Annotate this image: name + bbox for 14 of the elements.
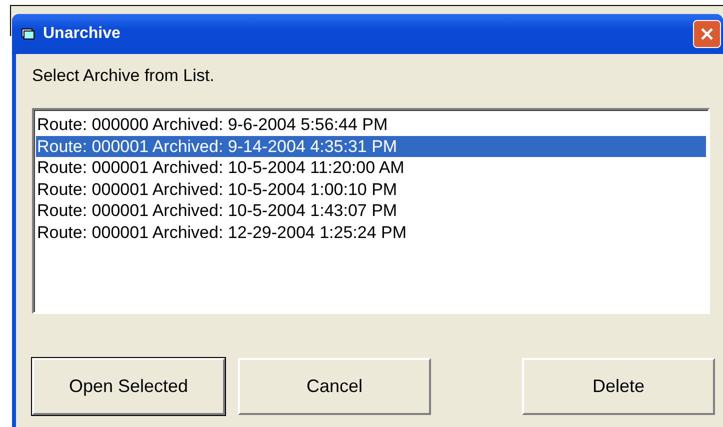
close-button[interactable] [693,20,721,48]
open-button[interactable]: Open Selected [32,358,225,415]
list-item[interactable]: Route: 000001 Archived: 12-29-2004 1:25:24 PM [36,222,706,243]
list-item[interactable]: Route: 000001 Archived: 10-5-2004 11:20:00 AM [36,157,706,178]
prompt-label: Select Archive from List. [32,66,216,87]
list-item[interactable]: Route: 000001 Archived: 10-5-2004 1:00:10 PM [36,178,706,200]
list-item[interactable]: Route: 000001 Archived: 10-5-2004 1:43:07 PM [36,200,706,222]
list-item[interactable]: Route: 000000 Archived: 9-6-2004 5:56:44 PM [36,114,706,136]
close-icon [700,27,714,41]
window-title: Unarchive [43,25,122,43]
list-item[interactable]: Route: 000001 Archived: 9-14-2004 4:35:31 PM [36,136,706,157]
cancel-button[interactable]: Cancel [238,358,431,415]
window-icon [21,28,35,40]
delete-button[interactable]: Delete [522,358,715,415]
